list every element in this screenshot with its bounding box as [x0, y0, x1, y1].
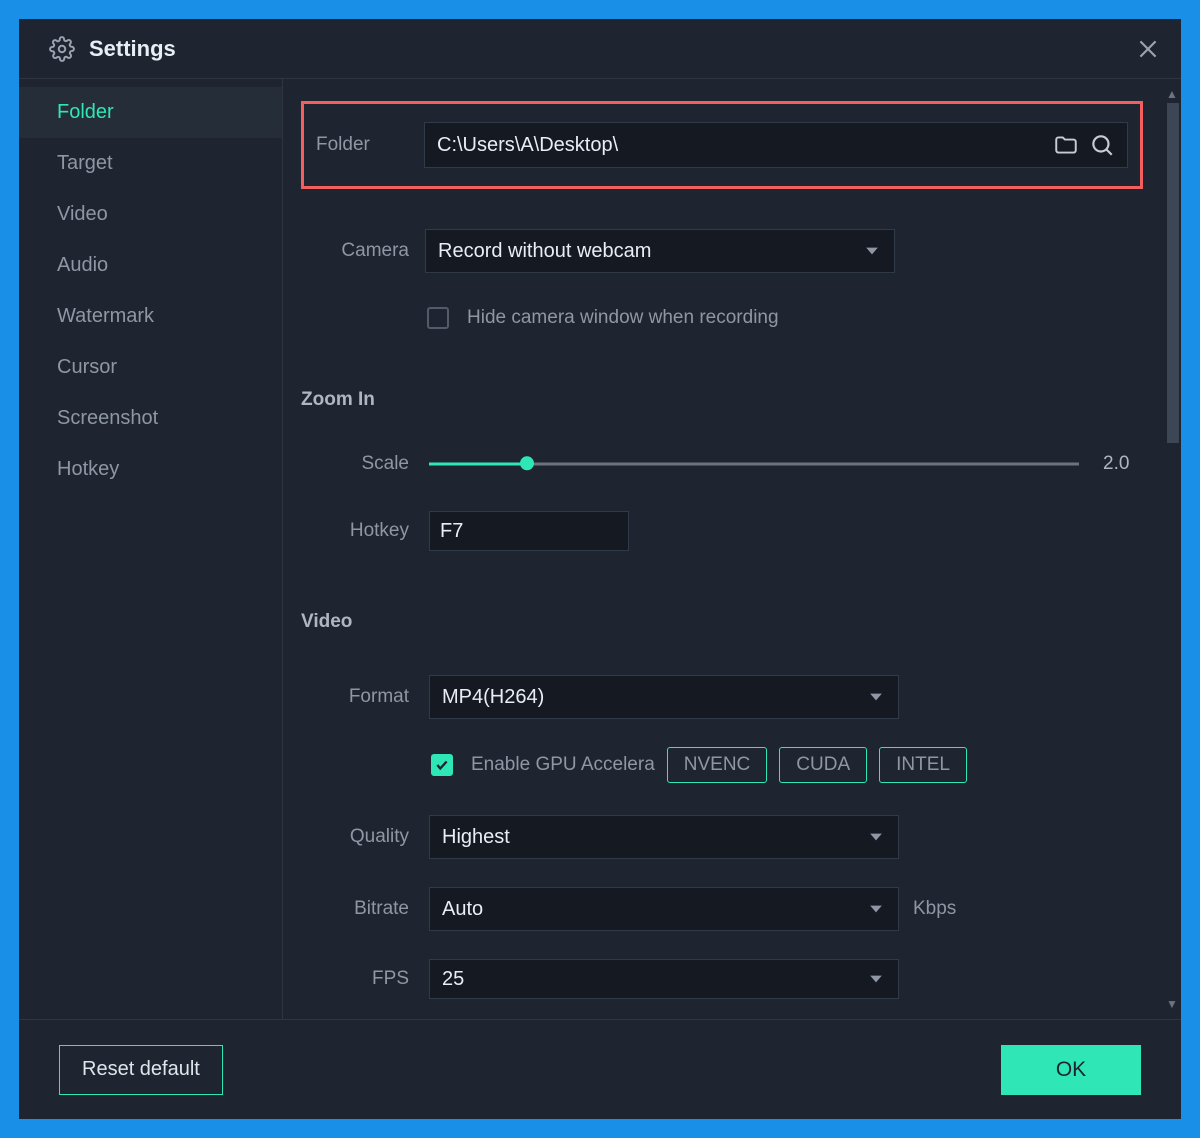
scale-slider[interactable] — [429, 454, 1079, 474]
chevron-down-icon — [862, 241, 882, 261]
chevron-down-icon — [866, 899, 886, 919]
camera-row: Camera Record without webcam — [301, 229, 1143, 273]
gpu-row: Enable GPU Accelera NVENC CUDA INTEL — [431, 747, 1143, 783]
folder-path-value: C:\Users\A\Desktop\ — [437, 134, 1043, 157]
settings-window: Settings Folder Target Video Audio Water… — [19, 19, 1181, 1119]
sidebar-item-video[interactable]: Video — [19, 189, 282, 240]
fps-label: FPS — [301, 968, 409, 990]
scrollbar-thumb[interactable] — [1167, 103, 1179, 443]
scale-row: Scale 2.0 — [301, 453, 1143, 475]
scale-label: Scale — [301, 453, 409, 475]
scale-value: 2.0 — [1103, 453, 1143, 475]
zoom-hotkey-input[interactable]: F7 — [429, 511, 629, 551]
window-title: Settings — [89, 36, 176, 62]
close-button[interactable] — [1135, 36, 1161, 62]
gpu-option-nvenc[interactable]: NVENC — [667, 747, 768, 783]
folder-label: Folder — [316, 134, 412, 156]
format-label: Format — [301, 686, 409, 708]
fps-select[interactable]: 25 — [429, 959, 899, 999]
camera-select[interactable]: Record without webcam — [425, 229, 895, 273]
bitrate-value: Auto — [442, 898, 866, 921]
quality-row: Quality Highest — [301, 815, 1143, 859]
scrollbar[interactable]: ▲ ▼ — [1165, 87, 1179, 1011]
chevron-down-icon — [866, 827, 886, 847]
titlebar: Settings — [19, 19, 1181, 79]
zoom-heading: Zoom In — [301, 389, 1143, 411]
quality-label: Quality — [301, 826, 409, 848]
ok-button[interactable]: OK — [1001, 1045, 1141, 1095]
chevron-down-icon — [866, 969, 886, 989]
reset-default-button[interactable]: Reset default — [59, 1045, 223, 1095]
format-value: MP4(H264) — [442, 686, 866, 709]
bitrate-row: Bitrate Auto Kbps — [301, 887, 1143, 931]
folder-path-input[interactable]: C:\Users\A\Desktop\ — [424, 122, 1128, 168]
gpu-checkbox[interactable] — [431, 754, 453, 776]
folder-row-highlight: Folder C:\Users\A\Desktop\ — [301, 101, 1143, 189]
gpu-label: Enable GPU Accelera — [471, 754, 655, 776]
search-folder-icon[interactable] — [1089, 132, 1115, 158]
gear-icon — [49, 36, 75, 62]
sidebar-item-cursor[interactable]: Cursor — [19, 342, 282, 393]
zoom-hotkey-row: Hotkey F7 — [301, 511, 1143, 551]
chevron-down-icon — [866, 687, 886, 707]
scroll-area: Folder C:\Users\A\Desktop\ — [283, 79, 1161, 1019]
sidebar: Folder Target Video Audio Watermark Curs… — [19, 79, 283, 1019]
format-select[interactable]: MP4(H264) — [429, 675, 899, 719]
scrollbar-track[interactable] — [1165, 103, 1179, 995]
scroll-down-icon[interactable]: ▼ — [1165, 997, 1179, 1011]
slider-thumb[interactable] — [520, 456, 534, 470]
gpu-option-cuda[interactable]: CUDA — [779, 747, 867, 783]
hide-camera-checkbox[interactable] — [427, 307, 449, 329]
scroll-up-icon[interactable]: ▲ — [1165, 87, 1179, 101]
video-heading: Video — [301, 611, 1143, 633]
zoom-hotkey-value: F7 — [440, 520, 463, 543]
slider-fill — [429, 463, 527, 466]
quality-select[interactable]: Highest — [429, 815, 899, 859]
content-pane: Folder C:\Users\A\Desktop\ — [283, 79, 1181, 1019]
sidebar-item-watermark[interactable]: Watermark — [19, 291, 282, 342]
gpu-option-intel[interactable]: INTEL — [879, 747, 967, 783]
bitrate-unit: Kbps — [913, 898, 956, 920]
footer: Reset default OK — [19, 1019, 1181, 1119]
quality-value: Highest — [442, 826, 866, 849]
hide-camera-label: Hide camera window when recording — [467, 307, 779, 329]
sidebar-item-target[interactable]: Target — [19, 138, 282, 189]
sidebar-item-screenshot[interactable]: Screenshot — [19, 393, 282, 444]
hide-camera-row: Hide camera window when recording — [427, 307, 1143, 329]
format-row: Format MP4(H264) — [301, 675, 1143, 719]
camera-value: Record without webcam — [438, 240, 862, 263]
fps-row: FPS 25 — [301, 959, 1143, 999]
camera-label: Camera — [301, 240, 409, 262]
open-folder-icon[interactable] — [1053, 132, 1079, 158]
zoom-hotkey-label: Hotkey — [301, 520, 409, 542]
sidebar-item-audio[interactable]: Audio — [19, 240, 282, 291]
fps-value: 25 — [442, 968, 866, 991]
sidebar-item-folder[interactable]: Folder — [19, 87, 282, 138]
sidebar-item-hotkey[interactable]: Hotkey — [19, 444, 282, 495]
body: Folder Target Video Audio Watermark Curs… — [19, 79, 1181, 1019]
bitrate-label: Bitrate — [301, 898, 409, 920]
bitrate-select[interactable]: Auto — [429, 887, 899, 931]
